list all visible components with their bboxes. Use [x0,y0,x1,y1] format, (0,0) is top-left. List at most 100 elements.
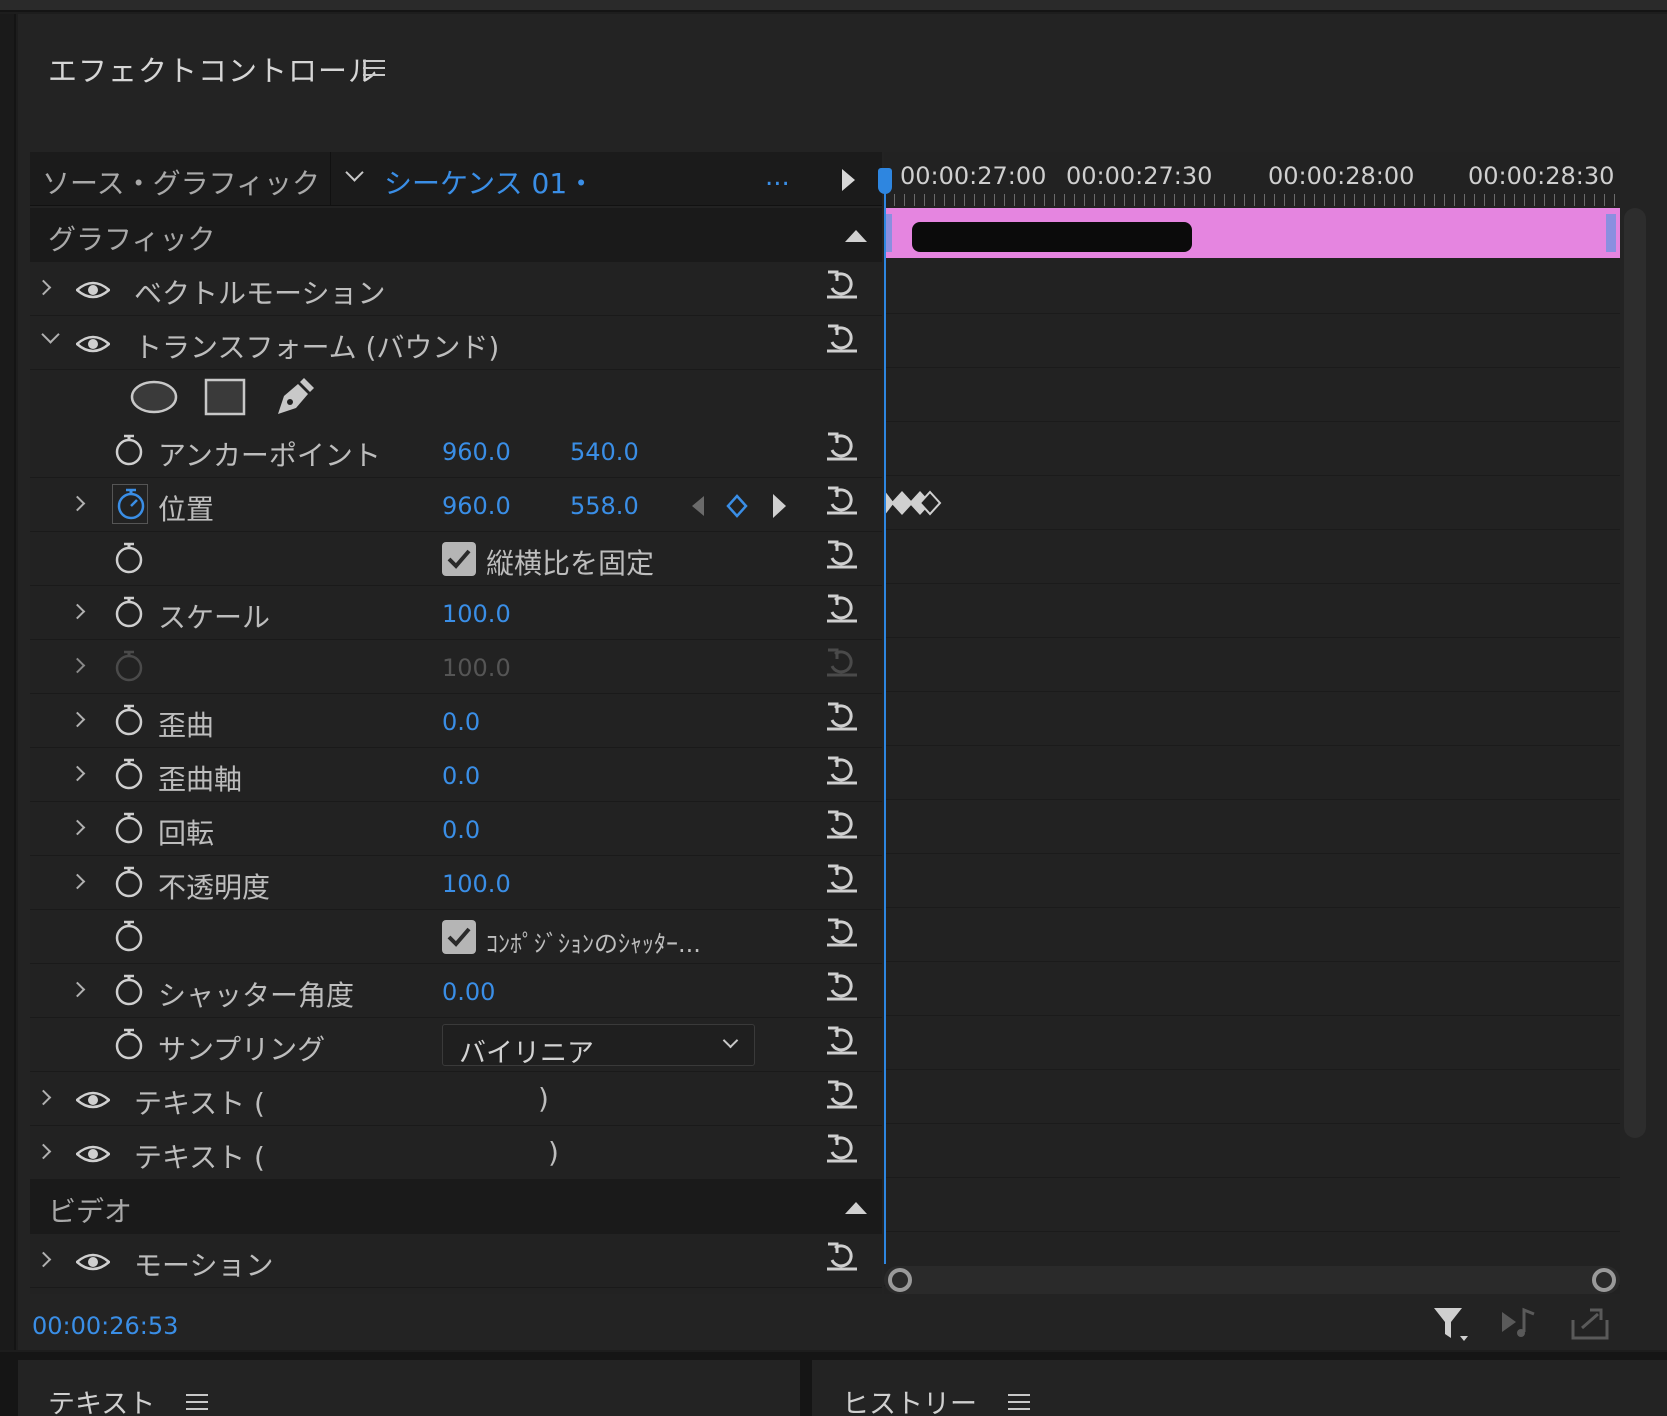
effect-text-1[interactable]: テキスト ( ) [30,1072,882,1126]
skew-axis-value[interactable]: 0.0 [442,762,480,790]
sampling-dropdown[interactable]: バイリニア [442,1024,755,1069]
stopwatch-icon[interactable] [114,596,144,628]
play-icon[interactable] [842,169,855,191]
prop-comp-shutter[interactable]: ｺﾝﾎﾟｼﾞｼｮﾝのｼｬｯﾀｰ... [30,910,882,964]
reset-icon[interactable] [825,1130,859,1164]
prop-opacity[interactable]: 不透明度 100.0 [30,856,882,910]
stopwatch-icon[interactable] [114,758,144,790]
reset-icon[interactable] [825,914,859,948]
reset-icon[interactable] [825,482,859,516]
stopwatch-icon[interactable] [114,1028,144,1060]
stopwatch-icon[interactable] [114,812,144,844]
audio-loop-icon[interactable] [1500,1304,1540,1344]
eye-icon[interactable] [76,280,110,300]
time-ruler[interactable]: 00:00:27:00 00:00:27:30 00:00:28:00 00:0… [884,152,1620,206]
prop-rotation[interactable]: 回転 0.0 [30,802,882,856]
reset-icon[interactable] [825,1238,859,1272]
current-timecode[interactable]: 00:00:26:53 [32,1312,178,1340]
stopwatch-icon[interactable] [114,974,144,1006]
stopwatch-icon[interactable] [114,920,144,952]
section-video[interactable]: ビデオ [30,1180,882,1234]
stopwatch-icon[interactable] [114,542,144,574]
effect-text-2[interactable]: テキスト ( ) [30,1126,882,1180]
reset-icon[interactable] [825,752,859,786]
sequence-label[interactable]: シーケンス 01・ [384,162,595,202]
chevron-right-icon[interactable] [35,279,52,296]
text-panel-menu-icon[interactable] [186,1394,208,1412]
effect-motion[interactable]: モーション [30,1234,882,1288]
chevron-right-icon[interactable] [69,711,86,728]
more-dots[interactable]: ... [765,162,790,192]
prop-anchor-point[interactable]: アンカーポイント 960.0 540.0 [30,424,882,478]
next-keyframe-icon[interactable] [770,492,788,520]
prop-position[interactable]: 位置 960.0 558.0 [30,478,882,532]
eye-icon[interactable] [76,1090,110,1110]
reset-icon[interactable] [825,428,859,462]
scale-value[interactable]: 100.0 [442,600,511,628]
source-label[interactable]: ソース・グラフィック [42,162,320,202]
reset-icon[interactable] [825,860,859,894]
effect-transform[interactable]: トランスフォーム (バウンド) [30,316,882,370]
rectangle-mask-icon[interactable] [204,378,246,416]
chevron-right-icon[interactable] [35,1143,52,1160]
chevron-right-icon[interactable] [69,657,86,674]
keyframes-marker-icon[interactable] [884,488,944,518]
aspect-checkbox[interactable] [442,542,476,576]
history-panel-menu-icon[interactable] [1008,1394,1030,1412]
reset-icon[interactable] [825,698,859,732]
reset-icon[interactable] [825,806,859,840]
rotation-value[interactable]: 0.0 [442,816,480,844]
skew-value[interactable]: 0.0 [442,708,480,736]
chevron-down-icon[interactable] [345,163,364,182]
stopwatch-icon[interactable] [114,866,144,898]
history-panel[interactable]: ヒストリー [812,1360,1667,1416]
collapse-up-icon[interactable] [845,1202,867,1214]
panel-menu-icon[interactable] [363,60,385,78]
prop-scale[interactable]: スケール 100.0 [30,586,882,640]
vertical-scrollbar[interactable] [1624,208,1646,1138]
add-keyframe-icon[interactable] [726,494,748,518]
chevron-right-icon[interactable] [69,495,86,512]
opacity-value[interactable]: 100.0 [442,870,511,898]
comp-shutter-checkbox[interactable] [442,920,476,954]
clip-bar[interactable] [884,208,1620,258]
effect-vector-motion[interactable]: ベクトルモーション [30,262,882,316]
position-x-value[interactable]: 960.0 [442,492,511,520]
prev-keyframe-icon[interactable] [690,494,706,518]
eye-icon[interactable] [76,1252,110,1272]
stopwatch-icon[interactable] [114,434,144,466]
playhead-handle[interactable] [878,168,892,194]
clip-end-handle[interactable] [1606,214,1616,252]
zoom-start-handle[interactable] [888,1268,912,1292]
eye-icon[interactable] [76,334,110,354]
zoom-end-handle[interactable] [1592,1268,1616,1292]
chevron-down-icon[interactable] [41,325,60,344]
chevron-right-icon[interactable] [69,603,86,620]
chevron-right-icon[interactable] [35,1089,52,1106]
eye-icon[interactable] [76,1144,110,1164]
anchor-x-value[interactable]: 960.0 [442,438,511,466]
reset-icon[interactable] [825,1022,859,1056]
chevron-right-icon[interactable] [35,1251,52,1268]
keyframe-timeline[interactable]: 00:00:27:00 00:00:27:30 00:00:28:00 00:0… [884,152,1620,1294]
shutter-angle-value[interactable]: 0.00 [442,978,495,1006]
prop-uniform-scale[interactable]: 縦横比を固定 [30,532,882,586]
export-icon[interactable] [1570,1304,1612,1344]
pen-mask-icon[interactable] [274,376,316,418]
filter-icon[interactable] [1432,1304,1472,1344]
reset-icon[interactable] [825,968,859,1002]
section-graphics[interactable]: グラフィック [30,208,882,262]
chevron-right-icon[interactable] [69,981,86,998]
reset-icon[interactable] [825,320,859,354]
chevron-right-icon[interactable] [69,819,86,836]
reset-icon[interactable] [825,266,859,300]
chevron-right-icon[interactable] [69,873,86,890]
text-panel[interactable]: テキスト [18,1360,800,1416]
chevron-right-icon[interactable] [69,765,86,782]
anchor-y-value[interactable]: 540.0 [570,438,639,466]
ellipse-mask-icon[interactable] [130,380,178,414]
stopwatch-icon[interactable] [116,488,146,520]
prop-skew-axis[interactable]: 歪曲軸 0.0 [30,748,882,802]
prop-skew[interactable]: 歪曲 0.0 [30,694,882,748]
position-y-value[interactable]: 558.0 [570,492,639,520]
